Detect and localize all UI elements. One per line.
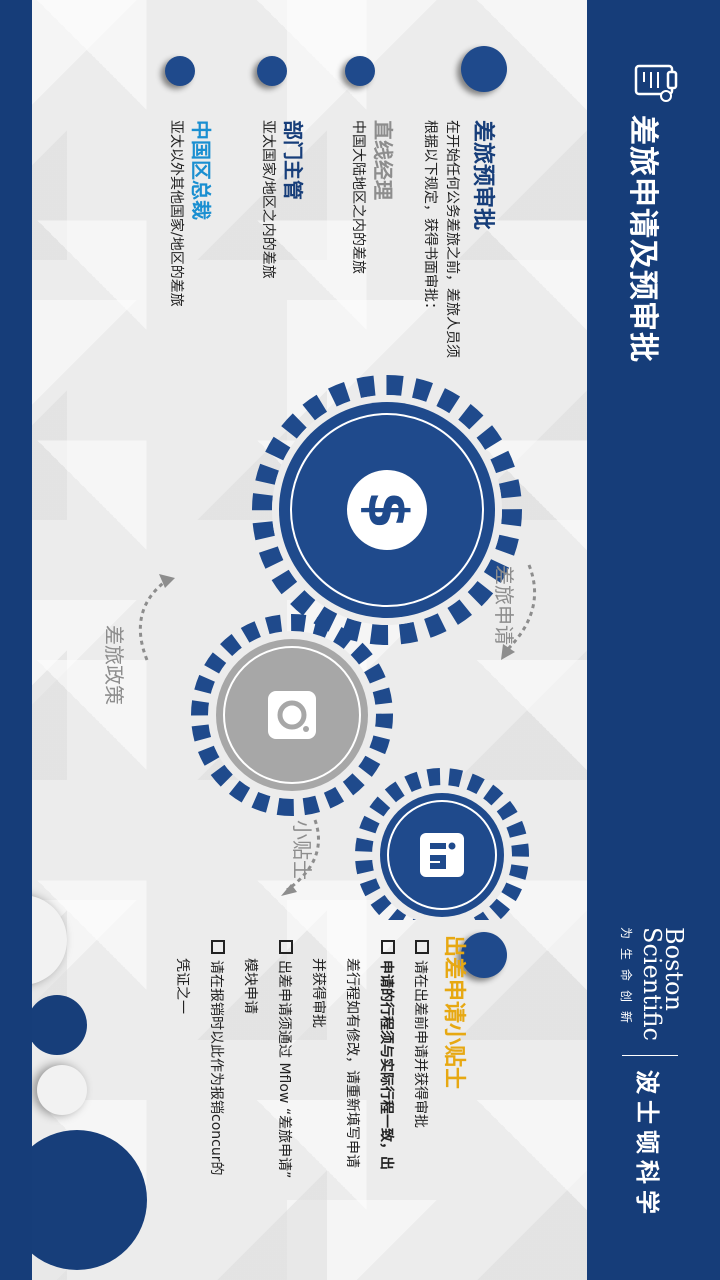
- large-gear: $: [252, 375, 522, 645]
- dollar-icon: $: [356, 491, 419, 529]
- item-dot-1: [345, 56, 375, 86]
- item-text-3: 亚太以外其他国家/地区的差旅: [168, 120, 184, 307]
- page-title: 差旅申请及预审批: [625, 115, 660, 363]
- tip-2: 申请的行程须与实际行程一致，出: [369, 940, 403, 1170]
- camera-icon: [268, 691, 316, 739]
- brand-tagline: 为生命创新: [619, 927, 633, 1033]
- item-title-2: 部门主管: [281, 120, 305, 200]
- footer-band: [0, 0, 32, 1280]
- content-area: 差旅预审批 在开始任何公务差旅之前，差旅人员须 根据以下规定，获得书面审批： 直…: [32, 0, 587, 1280]
- deco-circle-2: [32, 995, 87, 1055]
- item-title-3: 中国区总裁: [189, 120, 213, 220]
- item-dot-3: [165, 56, 195, 86]
- middle-gear: [191, 614, 393, 816]
- deco-circle-4: [32, 1130, 147, 1270]
- clipboard-user-icon: [634, 64, 678, 102]
- checkbox-icon: [415, 940, 429, 954]
- tip-4: 请在报销时以此作为报销concur的: [199, 940, 233, 1175]
- brand-en-line-2: Scientific: [638, 927, 666, 1041]
- item-dot-2: [257, 56, 287, 86]
- checkbox-icon: [211, 940, 225, 954]
- brand-en: Boston Scientific 为生命创新: [615, 927, 688, 1041]
- item-text-2: 亚太国家/地区之内的差旅: [260, 120, 276, 279]
- right-heading: 出差申请小贴士: [441, 935, 466, 1090]
- small-gear: [355, 768, 529, 920]
- left-intro-1: 在开始任何公务差旅之前，差旅人员须: [444, 120, 460, 358]
- brand-divider: [622, 1055, 678, 1056]
- left-heading: 差旅预审批: [470, 120, 495, 231]
- item-text-1: 中国大陆地区之内的差旅: [350, 120, 366, 274]
- gear-label-tips: 小贴士: [290, 820, 314, 880]
- heading-dot: [461, 46, 507, 92]
- tip-3: 出差申请须通过 Mflow “差旅申请”: [267, 940, 301, 1178]
- gears-graphic: $ 差旅申请 差旅政策 小贴士: [102, 375, 537, 920]
- item-title-1: 直线经理: [371, 120, 395, 200]
- page: 差旅申请及预审批 Boston Scientific 为生命创新 波士顿科学 差…: [0, 0, 720, 1280]
- left-intro-2: 根据以下规定，获得书面审批：: [422, 120, 438, 316]
- slide: 差旅申请及预审批 Boston Scientific 为生命创新 波士顿科学 差…: [0, 0, 720, 1280]
- tip-3-cont: 模块申请: [242, 958, 258, 1014]
- header-bar: 差旅申请及预审批 Boston Scientific 为生命创新 波士顿科学: [590, 0, 720, 1280]
- tip-4-cont: 凭证之一: [174, 958, 190, 1014]
- tip-1: 请在出差前申请并获得审批: [403, 940, 437, 1128]
- deco-circle-3: [37, 1065, 87, 1115]
- brand-en-line-1: Boston: [660, 927, 688, 1011]
- arrow-bottom: [138, 578, 168, 661]
- brand-logo: Boston Scientific 为生命创新 波士顿科学: [619, 927, 688, 1220]
- checkbox-icon: [279, 940, 293, 954]
- arrow-top-head: [501, 644, 515, 660]
- tip-2-cont-1: 差行程如有修改，请重新填写申请: [344, 958, 360, 1168]
- gear-label-top: 差旅申请: [492, 565, 516, 645]
- brand-zh: 波士顿科学: [633, 1070, 662, 1220]
- checkbox-icon: [381, 940, 395, 954]
- tip-2-cont-2: 并获得审批: [310, 958, 326, 1028]
- gear-label-bottom: 差旅政策: [102, 625, 126, 705]
